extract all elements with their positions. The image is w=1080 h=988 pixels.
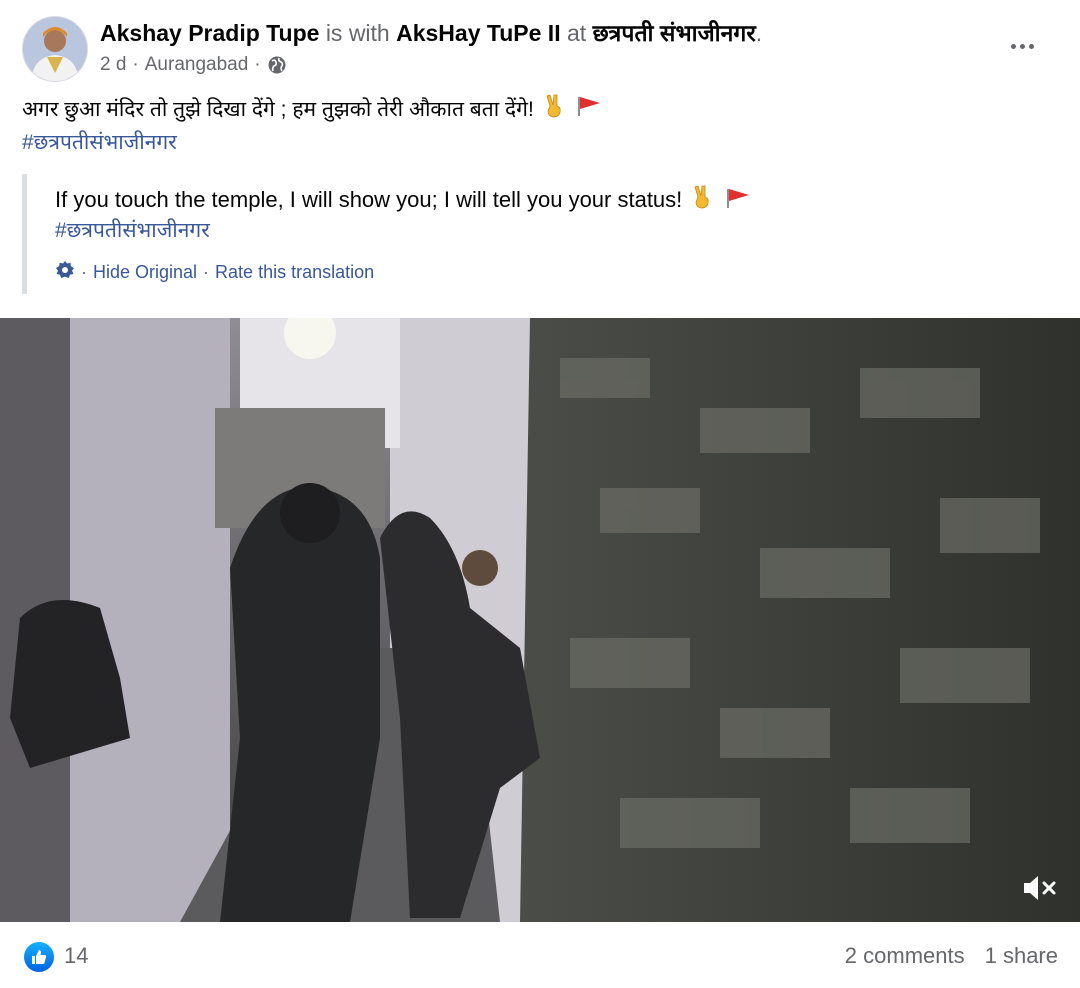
actions-separator-2: ·	[203, 262, 210, 282]
with-text: is with	[325, 20, 390, 46]
post-text: अगर छुआ मंदिर तो तुझे दिखा देंगे ; हम तु…	[22, 98, 534, 122]
rate-translation-link[interactable]: Rate this translation	[215, 262, 374, 283]
author-name[interactable]: Akshay Pradip Tupe	[100, 20, 319, 46]
post-header: Akshay Pradip Tupe is with AksHay TuPe I…	[22, 14, 1060, 84]
translation-line: If you touch the temple, I will show you…	[55, 184, 751, 217]
actions-separator: ·	[81, 262, 87, 282]
post-meta: 2 d · Aurangabad ·	[100, 52, 287, 78]
red-flag-emoji	[576, 95, 602, 126]
comments-count[interactable]: 2 comments	[845, 943, 965, 969]
like-count[interactable]: 14	[64, 943, 88, 969]
translated-hashtag[interactable]: #छत्रपतीसंभाजीनगर	[55, 216, 210, 244]
like-icon[interactable]	[24, 942, 54, 972]
video-player[interactable]	[0, 318, 1080, 922]
red-flag-emoji	[725, 186, 751, 217]
meta-separator: ·	[132, 54, 139, 75]
post-stats: 2 comments 1 share	[845, 943, 1058, 969]
hide-original-link[interactable]: Hide Original	[93, 262, 197, 283]
at-text: at	[566, 20, 587, 46]
tagged-user[interactable]: AksHay TuPe II	[396, 20, 560, 46]
translation-box: If you touch the temple, I will show you…	[22, 174, 807, 294]
post-footer: 14 2 comments 1 share	[0, 922, 1080, 988]
post-body: अगर छुआ मंदिर तो तुझे दिखा देंगे ; हम तु…	[22, 94, 1060, 158]
meta-separator-2: ·	[254, 54, 261, 75]
translation-actions: · Hide Original · Rate this translation	[55, 260, 374, 285]
more-options-icon[interactable]	[1000, 32, 1044, 60]
post-hashtag[interactable]: #छत्रपतीसंभाजीनगर	[22, 127, 1060, 158]
muted-volume-icon[interactable]	[1020, 872, 1060, 904]
translated-text: If you touch the temple, I will show you…	[55, 187, 683, 212]
post-time[interactable]: 2 d	[100, 52, 126, 78]
avatar[interactable]	[22, 16, 88, 82]
end-punct: .	[755, 20, 763, 46]
shares-count[interactable]: 1 share	[985, 943, 1058, 969]
post-place[interactable]: Aurangabad	[145, 52, 249, 78]
globe-icon[interactable]	[267, 55, 287, 75]
victory-hand-emoji	[544, 94, 566, 127]
location-link[interactable]: छत्रपती संभाजीनगर	[593, 20, 756, 46]
gear-icon[interactable]	[55, 260, 75, 285]
victory-hand-emoji	[692, 185, 714, 217]
author-line: Akshay Pradip Tupe is with AksHay TuPe I…	[100, 18, 762, 48]
